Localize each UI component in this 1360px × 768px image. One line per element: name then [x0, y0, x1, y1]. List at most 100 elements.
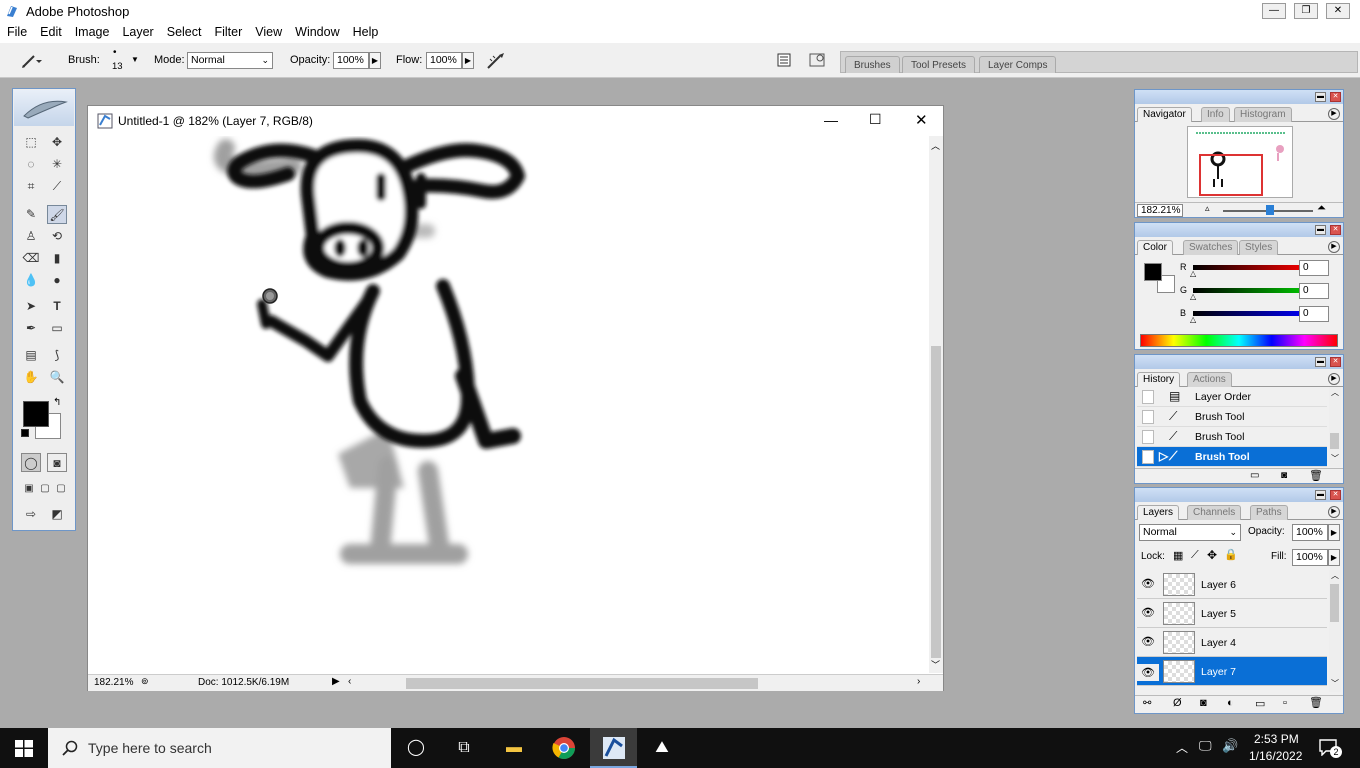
swap-colors-icon[interactable]: ↰	[53, 397, 61, 408]
default-colors-icon[interactable]	[21, 429, 29, 437]
volume-icon[interactable]: 🔊	[1222, 738, 1238, 754]
navigator-zoom[interactable]: 182.21%	[1137, 204, 1183, 217]
blur-tool-icon[interactable]: 💧	[21, 271, 41, 290]
brush-preset-icon[interactable]	[20, 52, 42, 70]
menu-filter[interactable]: Filter	[207, 23, 248, 39]
doc-maximize-button[interactable]: ☐	[869, 111, 882, 128]
show-hidden-icons[interactable]: ︿	[1176, 739, 1188, 756]
action-center-icon[interactable]: 2	[1318, 738, 1342, 758]
menu-window[interactable]: Window	[288, 23, 345, 39]
dodge-tool-icon[interactable]: ●	[47, 271, 67, 290]
history-item[interactable]: ▤ Layer Order	[1137, 387, 1327, 407]
airbrush-icon[interactable]	[485, 51, 507, 71]
lasso-tool-icon[interactable]: ◌	[21, 155, 41, 174]
navigator-thumbnail[interactable]	[1187, 126, 1293, 198]
layer-row[interactable]: 👁 Layer 5	[1137, 599, 1327, 628]
path-selection-icon[interactable]: ➤	[21, 297, 41, 316]
palette-close-button[interactable]: ✕	[1330, 357, 1341, 367]
eye-icon[interactable]: 👁	[1141, 606, 1155, 619]
eraser-tool-icon[interactable]: ⌫	[21, 249, 41, 268]
palette-menu-icon[interactable]: ▶	[1328, 241, 1340, 253]
palette-minimize-button[interactable]: ▬	[1315, 225, 1326, 235]
r-value[interactable]: 0	[1299, 260, 1329, 276]
move-tool-icon[interactable]: ✥	[47, 133, 67, 152]
menu-view[interactable]: View	[248, 23, 288, 39]
layer-row[interactable]: 👁 Layer 4	[1137, 628, 1327, 657]
layer-style-icon[interactable]: Ø	[1173, 697, 1182, 709]
brush-dropdown-icon[interactable]: ▼	[131, 55, 139, 64]
tab-info[interactable]: Info	[1201, 107, 1230, 122]
menu-edit[interactable]: Edit	[33, 23, 68, 39]
opacity-field[interactable]: 100%	[333, 52, 369, 69]
palette-menu-icon[interactable]: ▶	[1328, 506, 1340, 518]
menu-select[interactable]: Select	[160, 23, 208, 39]
screen-mode-full-icon[interactable]: ▢	[51, 479, 71, 498]
layer-opacity-field[interactable]: 100%	[1292, 524, 1328, 541]
history-source-checkbox[interactable]	[1142, 410, 1154, 424]
delete-state-icon[interactable]: 🗑	[1309, 469, 1323, 482]
blend-mode-select[interactable]: Normal ⌄	[1139, 524, 1241, 541]
fill-arrow[interactable]: ▶	[1328, 549, 1340, 566]
zoom-tool-icon[interactable]: 🔍	[47, 368, 67, 387]
tab-layers[interactable]: Layers	[1137, 505, 1180, 520]
hand-tool-icon[interactable]: ✋	[21, 368, 41, 387]
layer-row[interactable]: 👁 Layer 6	[1137, 570, 1327, 599]
color-ramp[interactable]	[1140, 334, 1338, 347]
link-layers-icon[interactable]: ⚯	[1143, 698, 1151, 709]
well-tab-layer-comps[interactable]: Layer Comps	[979, 56, 1057, 73]
g-slider-thumb-icon[interactable]: △	[1190, 292, 1196, 301]
history-item-selected[interactable]: ▷ ⟋ Brush Tool	[1137, 447, 1327, 467]
brush-dot-icon[interactable]: •	[113, 47, 117, 58]
tab-history[interactable]: History	[1137, 372, 1181, 387]
restore-button[interactable]: ❐	[1294, 3, 1318, 19]
file-browser-icon[interactable]	[808, 51, 828, 69]
fill-field[interactable]: 100%	[1292, 549, 1328, 566]
tab-color[interactable]: Color	[1137, 240, 1173, 255]
cortana-icon[interactable]: ◯	[404, 736, 428, 760]
clock-time[interactable]: 2:53 PM	[1254, 732, 1299, 746]
eye-icon[interactable]: 👁	[1137, 664, 1159, 681]
new-group-icon[interactable]: ▭	[1255, 697, 1265, 710]
healing-brush-icon[interactable]: ✎	[21, 205, 41, 224]
tab-channels[interactable]: Channels	[1187, 505, 1242, 520]
tab-swatches[interactable]: Swatches	[1183, 240, 1239, 255]
jump-to-imageready-icon[interactable]: ⇨	[21, 505, 41, 524]
scroll-down-icon[interactable]: ﹀	[931, 658, 940, 671]
minimize-button[interactable]: —	[1262, 3, 1286, 19]
pen-tool-icon[interactable]: ✒	[21, 319, 41, 338]
new-document-from-state-icon[interactable]: ▭	[1250, 470, 1259, 481]
history-item[interactable]: ⟋ Brush Tool	[1137, 427, 1327, 447]
new-layer-icon[interactable]: ▫	[1283, 697, 1287, 709]
close-button[interactable]: ✕	[1326, 3, 1350, 19]
well-tab-tool-presets[interactable]: Tool Presets	[902, 56, 976, 73]
lock-position-icon[interactable]: ✥	[1207, 548, 1217, 562]
vertical-scroll-thumb[interactable]	[931, 346, 941, 658]
new-snapshot-icon[interactable]: ◙	[1281, 470, 1287, 481]
b-slider[interactable]	[1193, 311, 1310, 316]
brush-tool-icon[interactable]: 🖌	[47, 205, 67, 224]
scroll-left-icon[interactable]: ‹	[348, 676, 351, 687]
lock-transparency-icon[interactable]: ▦	[1173, 549, 1183, 562]
mode-select[interactable]: Normal ⌄	[187, 52, 273, 69]
gradient-tool-icon[interactable]: ▮	[47, 249, 67, 268]
layer-row-selected[interactable]: 👁 Layer 7	[1137, 657, 1327, 686]
history-source-checkbox[interactable]	[1142, 390, 1154, 404]
menu-image[interactable]: Image	[68, 23, 116, 39]
g-slider[interactable]	[1193, 288, 1310, 293]
doc-close-button[interactable]: ✕	[915, 111, 928, 129]
palette-menu-icon[interactable]: ▶	[1328, 108, 1340, 120]
image-canvas[interactable]	[88, 136, 929, 673]
photos-app-icon[interactable]: ⛰	[650, 736, 674, 760]
shape-tool-icon[interactable]: ▭	[47, 319, 67, 338]
tab-navigator[interactable]: Navigator	[1137, 107, 1192, 122]
history-scrollbar[interactable]: ︿ ﹀	[1329, 387, 1341, 467]
vertical-scrollbar[interactable]: ︿ ﹀	[929, 136, 943, 673]
drawing[interactable]	[88, 136, 929, 673]
windows-start-icon[interactable]	[15, 740, 33, 757]
tab-paths[interactable]: Paths	[1250, 505, 1288, 520]
opacity-arrow-button[interactable]: ▶	[369, 52, 381, 69]
eye-icon[interactable]: 👁	[1141, 635, 1155, 648]
adjustment-layer-icon[interactable]: ◐	[1227, 697, 1234, 709]
layer-opacity-arrow[interactable]: ▶	[1328, 524, 1340, 541]
flow-arrow-button[interactable]: ▶	[462, 52, 474, 69]
